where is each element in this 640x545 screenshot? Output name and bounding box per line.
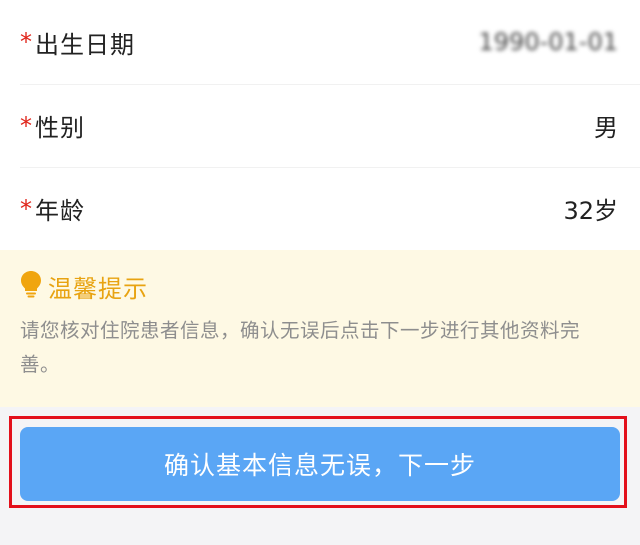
required-mark: *	[20, 28, 33, 56]
gender-value: 男	[594, 114, 618, 142]
birth-date-row: * 出生日期 1990-01-01	[0, 0, 640, 84]
age-value: 32岁	[563, 197, 618, 225]
required-mark: *	[20, 194, 33, 223]
tip-text: 请您核对住院患者信息，确认无误后点击下一步进行其他资料完善。	[20, 319, 581, 376]
age-row: * 年龄 32岁	[0, 167, 640, 250]
gender-label: 性别	[35, 114, 85, 142]
required-mark: *	[20, 111, 33, 140]
confirm-next-button[interactable]: 确认基本信息无误，下一步	[20, 427, 620, 501]
warm-tip-panel: 温馨提示 请您核对住院患者信息，确认无误后点击下一步进行其他资料完善。	[0, 250, 640, 407]
action-area: 确认基本信息无误，下一步	[0, 407, 640, 545]
birth-date-label: 出生日期	[35, 30, 135, 59]
lightbulb-icon	[20, 270, 42, 302]
gender-label-group: * 性别	[20, 108, 85, 143]
age-label: 年龄	[35, 197, 85, 225]
birth-date-label-group: * 出生日期	[20, 25, 135, 60]
gender-row: * 性别 男	[0, 84, 640, 167]
patient-info-form: * 出生日期 1990-01-01 * 性别 男 * 年龄 32岁	[0, 0, 640, 250]
birth-date-value: 1990-01-01	[478, 28, 618, 56]
age-label-group: * 年龄	[20, 191, 85, 226]
page: * 出生日期 1990-01-01 * 性别 男 * 年龄 32岁 温馨提示 请…	[0, 0, 640, 545]
tip-header: 温馨提示	[20, 270, 618, 303]
tip-title: 温馨提示	[48, 274, 148, 303]
